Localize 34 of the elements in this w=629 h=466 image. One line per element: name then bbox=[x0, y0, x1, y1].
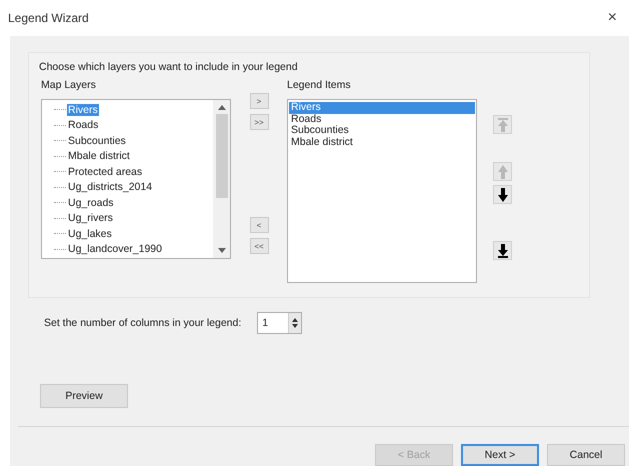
move-bottom-button[interactable] bbox=[493, 241, 512, 260]
scroll-up-icon[interactable] bbox=[218, 104, 226, 110]
scroll-down-icon[interactable] bbox=[218, 248, 226, 254]
layer-item[interactable]: Mbale district bbox=[67, 150, 131, 162]
add-button[interactable]: >> bbox=[250, 114, 268, 130]
layer-item[interactable]: Ug_districts_2014 bbox=[67, 181, 154, 194]
columns-spinner[interactable]: 1 bbox=[257, 312, 302, 334]
legend-item[interactable]: Subcounties bbox=[289, 125, 475, 136]
scrollbar[interactable] bbox=[213, 100, 230, 258]
preview-button[interactable]: Preview bbox=[40, 384, 128, 408]
layer-item[interactable]: Ug_rivers bbox=[67, 212, 114, 224]
layer-item[interactable]: Subcounties bbox=[67, 134, 127, 147]
instruction-text: Choose which layers you want to include in your legend bbox=[39, 61, 299, 73]
layer-item[interactable]: Ug_landcover_1990 bbox=[67, 243, 163, 256]
cancel-button[interactable]: Cancel bbox=[547, 444, 625, 466]
legend-items-label: Legend Items bbox=[287, 79, 352, 91]
layer-item[interactable]: Roads bbox=[67, 119, 100, 132]
layer-item[interactable]: Protected areas bbox=[67, 166, 144, 178]
map-layers-label: Map Layers bbox=[41, 79, 97, 91]
remove-button[interactable]: < bbox=[250, 217, 268, 233]
columns-label: Set the number of columns in your legend: bbox=[44, 317, 242, 329]
remove-button[interactable]: << bbox=[250, 238, 268, 254]
layer-item[interactable]: Ug_roads bbox=[67, 196, 115, 209]
map-layers-list[interactable]: Rivers Roads Subcounties Mbale district Protected areas Ug_districts_2014 Ug_roads Ug_rivers Ug_lakes Ug_landcover_1990 bbox=[41, 99, 231, 259]
add-button[interactable]: > bbox=[250, 93, 268, 109]
close-button[interactable]: × bbox=[602, 9, 623, 27]
legend-item[interactable]: Mbale district bbox=[289, 136, 475, 148]
window-title: Legend Wizard bbox=[8, 11, 89, 25]
spin-arrows-icon[interactable] bbox=[291, 317, 300, 329]
move-down-button[interactable] bbox=[493, 185, 512, 204]
legend-items-list[interactable]: Rivers Roads Subcounties Mbale district bbox=[287, 99, 477, 283]
layer-item[interactable]: Ug_lakes bbox=[67, 228, 113, 240]
next-button[interactable]: Next > bbox=[461, 444, 539, 466]
legend-item[interactable]: Roads bbox=[289, 114, 475, 125]
